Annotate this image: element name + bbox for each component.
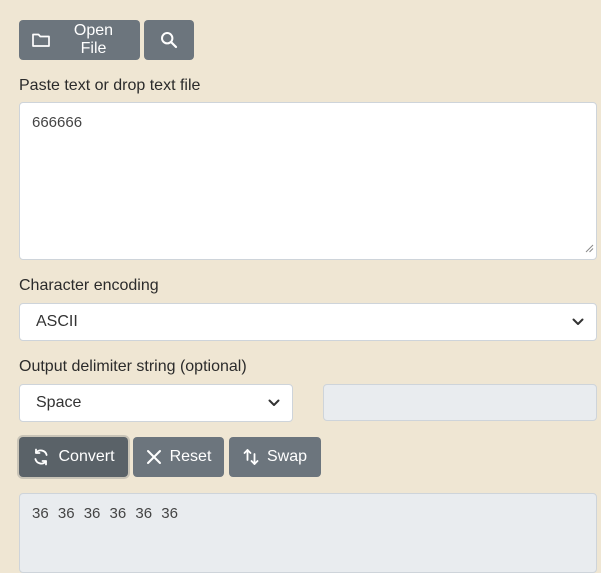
- input-textarea[interactable]: 666666: [19, 102, 597, 260]
- convert-label: Convert: [58, 448, 115, 465]
- refresh-icon: [32, 448, 50, 466]
- swap-button[interactable]: Swap: [229, 437, 321, 477]
- output-value: 36 36 36 36 36 36: [32, 505, 178, 522]
- search-icon: [160, 31, 178, 49]
- swap-label: Swap: [266, 448, 308, 465]
- delimiter-select[interactable]: Space: [19, 384, 293, 422]
- resize-handle[interactable]: [585, 240, 594, 257]
- chevron-down-icon: [572, 313, 584, 331]
- output-textarea[interactable]: 36 36 36 36 36 36: [19, 493, 597, 573]
- open-file-button[interactable]: Open File: [19, 20, 140, 60]
- input-label: Paste text or drop text file: [19, 77, 201, 94]
- encoding-selected: ASCII: [36, 313, 78, 330]
- convert-button[interactable]: Convert: [19, 437, 128, 477]
- input-value: 666666: [32, 114, 83, 131]
- encoding-label: Character encoding: [19, 277, 159, 294]
- reset-button[interactable]: Reset: [133, 437, 224, 477]
- encoding-select[interactable]: ASCII: [19, 303, 597, 341]
- close-icon: [146, 449, 162, 465]
- delimiter-selected: Space: [36, 394, 82, 411]
- reset-label: Reset: [169, 448, 212, 465]
- swap-icon: [243, 448, 259, 466]
- chevron-down-icon: [268, 394, 280, 412]
- folder-icon: [31, 31, 51, 49]
- delimiter-label: Output delimiter string (optional): [19, 358, 247, 375]
- open-file-label: Open File: [73, 22, 114, 57]
- custom-delimiter-input[interactable]: [323, 384, 597, 421]
- search-button[interactable]: [144, 20, 194, 60]
